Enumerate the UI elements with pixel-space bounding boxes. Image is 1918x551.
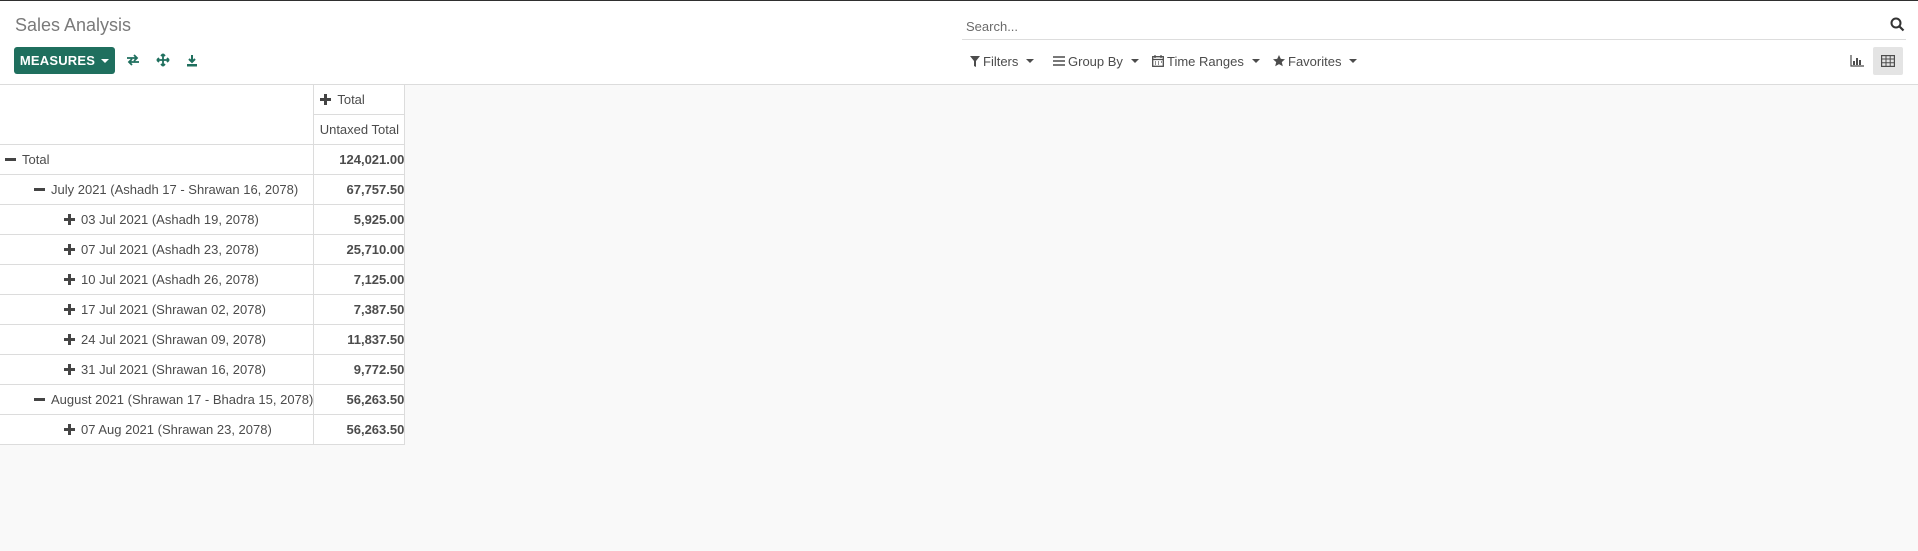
filter-icon [970, 55, 980, 67]
search-input[interactable] [964, 15, 1868, 37]
minus-icon [34, 184, 45, 195]
group-by-dropdown[interactable]: Group By [1053, 51, 1139, 71]
pivot-cell-value[interactable]: 67,757.50 [313, 174, 406, 205]
calendar-icon [1152, 55, 1164, 67]
pivot-cell-value[interactable]: 124,021.00 [313, 144, 406, 175]
time-ranges-label: Time Ranges [1167, 53, 1244, 69]
plus-icon [64, 244, 75, 255]
caret-down-icon [1130, 59, 1139, 63]
pivot-cell-value[interactable]: 11,837.50 [313, 324, 406, 355]
caret-down-icon [1026, 59, 1035, 63]
row-header[interactable]: August 2021 (Shrawan 17 - Bhadra 15, 207… [0, 384, 315, 415]
favorites-dropdown[interactable]: Favorites [1273, 51, 1358, 71]
pivot-row: 10 Jul 2021 (Ashadh 26, 2078) 7,125.00 [0, 264, 406, 295]
bars-icon [1053, 56, 1065, 66]
row-header-label: July 2021 (Ashadh 17 - Shrawan 16, 2078) [51, 182, 299, 197]
pivot-cell-value[interactable]: 7,387.50 [313, 294, 406, 325]
pivot-row: Total 124,021.00 [0, 144, 406, 175]
pivot-row: August 2021 (Shrawan 17 - Bhadra 15, 207… [0, 384, 406, 415]
row-header[interactable]: 24 Jul 2021 (Shrawan 09, 2078) [0, 324, 315, 355]
caret-down-icon [1251, 59, 1260, 63]
measures-label: MEASURES [19, 53, 96, 68]
plus-icon [64, 364, 75, 375]
row-header[interactable]: 17 Jul 2021 (Shrawan 02, 2078) [0, 294, 315, 325]
search-bar [962, 13, 1906, 40]
row-header-label: August 2021 (Shrawan 17 - Bhadra 15, 207… [51, 392, 314, 407]
page-title: Sales Analysis [15, 15, 132, 35]
pivot-row: 24 Jul 2021 (Shrawan 09, 2078) 11,837.50 [0, 324, 406, 355]
pivot-cell-value[interactable]: 25,710.00 [313, 234, 406, 265]
row-header[interactable]: 31 Jul 2021 (Shrawan 16, 2078) [0, 354, 315, 385]
filters-dropdown[interactable]: Filters [970, 51, 1035, 71]
bar-chart-icon [1850, 55, 1864, 67]
star-icon [1273, 55, 1285, 67]
download-icon[interactable] [183, 51, 201, 69]
pivot-cell-value[interactable]: 7,125.00 [313, 264, 406, 295]
pivot-cell-value[interactable]: 5,925.00 [313, 204, 406, 235]
row-header-label: 03 Jul 2021 (Ashadh 19, 2078) [81, 212, 259, 227]
pivot-row: July 2021 (Ashadh 17 - Shrawan 16, 2078)… [0, 174, 406, 205]
pivot-cell-value[interactable]: 56,263.50 [313, 414, 406, 445]
pivot-cell-value[interactable]: 56,263.50 [313, 384, 406, 415]
row-header-label: 10 Jul 2021 (Ashadh 26, 2078) [81, 272, 259, 287]
expand-all-icon[interactable] [154, 51, 172, 69]
flip-axis-icon[interactable] [124, 51, 142, 69]
row-header-label: 07 Aug 2021 (Shrawan 23, 2078) [81, 422, 272, 437]
measures-button[interactable]: MEASURES [14, 47, 115, 74]
row-header[interactable]: 07 Jul 2021 (Ashadh 23, 2078) [0, 234, 315, 265]
pivot-table: Total Untaxed Total Total 124,021.00 July … [0, 85, 406, 445]
row-header[interactable]: 10 Jul 2021 (Ashadh 26, 2078) [0, 264, 315, 295]
pivot-cell-value[interactable]: 9,772.50 [313, 354, 406, 385]
control-panel: Sales Analysis MEASURES Filters Group By… [0, 1, 1918, 85]
plus-icon [64, 304, 75, 315]
pivot-row: 07 Aug 2021 (Shrawan 23, 2078) 56,263.50 [0, 414, 406, 445]
table-icon [1881, 55, 1895, 67]
search-icon[interactable] [1890, 17, 1906, 33]
plus-icon [64, 424, 75, 435]
row-header-label: Total [22, 152, 50, 167]
row-header-label: 07 Jul 2021 (Ashadh 23, 2078) [81, 242, 259, 257]
time-ranges-dropdown[interactable]: Time Ranges [1152, 51, 1260, 71]
pivot-view-button[interactable] [1873, 47, 1903, 75]
plus-icon [64, 334, 75, 345]
pivot-header-row: Total [0, 85, 406, 145]
row-header[interactable]: Total [0, 144, 315, 175]
col-header-label: Total [337, 92, 365, 107]
pivot-corner-cell [0, 85, 315, 145]
row-header-label: 24 Jul 2021 (Shrawan 09, 2078) [81, 332, 267, 347]
filters-label: Filters [983, 53, 1019, 69]
row-header[interactable]: 03 Jul 2021 (Ashadh 19, 2078) [0, 204, 315, 235]
plus-icon [320, 94, 332, 105]
caret-down-icon [1349, 59, 1358, 63]
minus-icon [5, 154, 16, 165]
favorites-label: Favorites [1288, 53, 1342, 69]
plus-icon [64, 274, 75, 285]
caret-down-icon [101, 58, 110, 63]
row-header-label: 31 Jul 2021 (Shrawan 16, 2078) [81, 362, 267, 377]
measure-header[interactable]: Untaxed Total [313, 114, 406, 145]
group-by-label: Group By [1068, 53, 1123, 69]
col-header-total[interactable]: Total [313, 85, 406, 115]
plus-icon [64, 214, 75, 225]
row-header-label: 17 Jul 2021 (Shrawan 02, 2078) [81, 302, 267, 317]
pivot-row: 31 Jul 2021 (Shrawan 16, 2078) 9,772.50 [0, 354, 406, 385]
pivot-row: 07 Jul 2021 (Ashadh 23, 2078) 25,710.00 [0, 234, 406, 265]
pivot-row: 17 Jul 2021 (Shrawan 02, 2078) 7,387.50 [0, 294, 406, 325]
row-header[interactable]: 07 Aug 2021 (Shrawan 23, 2078) [0, 414, 315, 445]
minus-icon [34, 394, 45, 405]
pivot-row: 03 Jul 2021 (Ashadh 19, 2078) 5,925.00 [0, 204, 406, 235]
row-header[interactable]: July 2021 (Ashadh 17 - Shrawan 16, 2078) [0, 174, 315, 205]
graph-view-button[interactable] [1842, 47, 1872, 75]
